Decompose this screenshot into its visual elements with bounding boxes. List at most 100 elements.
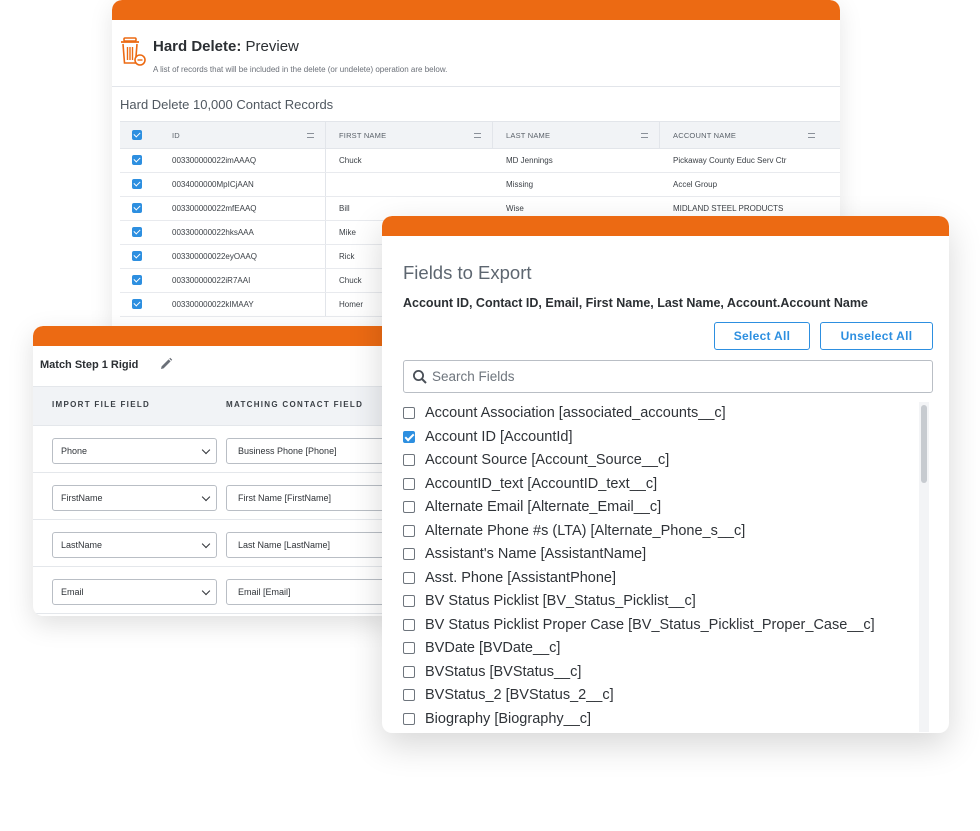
matching-field-select[interactable]: Email [Email] — [226, 579, 393, 605]
header-bar — [382, 216, 949, 236]
pencil-icon[interactable] — [159, 357, 173, 371]
scrollbar-thumb[interactable] — [921, 405, 927, 483]
row-checkbox[interactable] — [132, 299, 142, 309]
field-checkbox[interactable] — [403, 548, 415, 560]
field-checkbox[interactable] — [403, 689, 415, 701]
field-list-item[interactable]: Biography [Biography__c] — [403, 708, 591, 730]
field-checkbox[interactable] — [403, 665, 415, 678]
field-list-item[interactable]: Asst. Phone [AssistantPhone] — [403, 567, 616, 589]
fields-to-export-card: Fields to Export Account ID, Contact ID,… — [382, 216, 949, 733]
field-list-item[interactable]: BV Status Picklist Proper Case [BV_Statu… — [403, 614, 875, 636]
column-menu-icon[interactable] — [808, 133, 815, 138]
header-bar — [33, 326, 393, 346]
field-checkbox[interactable] — [403, 642, 415, 654]
select-all-button[interactable]: Select All — [714, 322, 810, 350]
cell-first-name: Chuck — [339, 156, 362, 165]
field-checkbox[interactable] — [403, 712, 415, 725]
matching-field-select[interactable]: Business Phone [Phone] — [226, 438, 393, 464]
field-list-item[interactable]: BV Status Picklist [BV_Status_Picklist__… — [403, 590, 696, 612]
column-separator — [325, 173, 326, 196]
match-row: Email Email [Email] — [33, 567, 393, 614]
field-label: AccountID_text [AccountID_text__c] — [425, 475, 658, 492]
column-header-account-name[interactable]: ACCOUNT NAME — [673, 122, 736, 148]
title-rest: Preview — [241, 38, 299, 55]
column-separator — [325, 122, 326, 148]
table-header: ID FIRST NAME LAST NAME ACCOUNT NAME — [120, 121, 840, 149]
cell-id: 003300000022imAAAQ — [172, 156, 257, 165]
match-row: Phone Business Phone [Phone] — [33, 426, 393, 473]
field-label: Biography [Biography__c] — [425, 710, 592, 727]
field-checkbox[interactable] — [403, 571, 415, 584]
field-checkbox[interactable] — [403, 618, 415, 631]
field-label: BVStatus_2 [BVStatus_2__c] — [425, 687, 614, 703]
row-checkbox[interactable] — [132, 203, 142, 213]
matching-field-select[interactable]: Last Name [LastName] — [226, 532, 393, 558]
matching-field-value: Business Phone [Phone] — [238, 446, 337, 456]
import-field-value: Email — [61, 587, 84, 597]
field-checkbox[interactable] — [403, 477, 415, 490]
field-list-item[interactable]: Account ID [AccountId] — [403, 426, 573, 448]
field-checkbox[interactable] — [403, 454, 415, 466]
selected-fields-summary: Account ID, Contact ID, Email, First Nam… — [403, 296, 868, 310]
field-list-item[interactable]: Alternate Phone #s (LTA) [Alternate_Phon… — [403, 520, 745, 542]
field-list-item[interactable]: BVStatus [BVStatus__c] — [403, 661, 581, 683]
matching-field-value: First Name [FirstName] — [238, 493, 332, 503]
page-subtitle: A list of records that will be included … — [153, 65, 448, 74]
import-field-value: LastName — [61, 540, 103, 550]
field-list-item[interactable]: BVStatus_2 [BVStatus_2__c] — [403, 684, 614, 706]
table-row[interactable]: 003300000022imAAAQ Chuck MD Jennings Pickaw… — [120, 149, 840, 173]
column-separator — [325, 269, 326, 292]
match-table-header: IMPORT FILE FIELD MATCHING CONTACT FIELD — [33, 386, 393, 426]
cell-first-name: Rick — [339, 252, 355, 261]
field-label: BV Status Picklist [BV_Status_Picklist__… — [425, 593, 696, 609]
cell-first-name: Bill — [339, 204, 350, 213]
row-checkbox[interactable] — [132, 251, 142, 261]
header-bar — [112, 0, 840, 20]
field-label: Alternate Email [Alternate_Email__c] — [425, 499, 662, 515]
row-checkbox[interactable] — [132, 179, 142, 189]
column-header-first-name[interactable]: FIRST NAME — [339, 122, 386, 148]
chevron-down-icon — [201, 445, 211, 455]
field-list: Account Association [associated_accounts… — [403, 402, 908, 732]
column-menu-icon[interactable] — [474, 133, 481, 138]
import-field-select[interactable]: FirstName — [52, 485, 217, 511]
column-menu-icon[interactable] — [307, 133, 314, 138]
field-checkbox[interactable] — [403, 407, 415, 419]
column-separator — [325, 245, 326, 268]
column-header-id[interactable]: ID — [172, 122, 180, 148]
cell-id: 003300000022hksAAA — [172, 228, 254, 237]
row-checkbox[interactable] — [132, 275, 142, 285]
cell-id: 0034000000MpICjAAN — [172, 180, 254, 189]
column-menu-icon[interactable] — [641, 133, 648, 138]
import-field-select[interactable]: Email — [52, 579, 217, 605]
column-separator — [325, 149, 326, 172]
field-list-item[interactable]: Account Association [associated_accounts… — [403, 402, 726, 424]
row-checkbox[interactable] — [132, 155, 142, 165]
field-checkbox[interactable] — [403, 501, 415, 513]
field-list-item[interactable]: BVDate [BVDate__c] — [403, 637, 560, 659]
column-header-last-name[interactable]: LAST NAME — [506, 122, 550, 148]
matching-field-select[interactable]: First Name [FirstName] — [226, 485, 393, 511]
import-field-select[interactable]: Phone — [52, 438, 217, 464]
field-list-item[interactable]: Account Source [Account_Source__c] — [403, 449, 669, 471]
table-row[interactable]: 0034000000MpICjAAN Missing Accel Group — [120, 173, 840, 197]
chevron-down-icon — [201, 586, 211, 596]
field-list-item[interactable]: Assistant's Name [AssistantName] — [403, 543, 646, 565]
field-list-item[interactable]: AccountID_text [AccountID_text__c] — [403, 473, 657, 495]
import-field-value: FirstName — [61, 493, 103, 503]
search-icon — [413, 370, 427, 384]
row-checkbox[interactable] — [132, 227, 142, 237]
import-field-select[interactable]: LastName — [52, 532, 217, 558]
field-checkbox[interactable] — [403, 595, 415, 607]
field-checkbox[interactable] — [403, 430, 415, 443]
search-fields-input[interactable] — [432, 362, 927, 391]
select-all-checkbox[interactable] — [132, 130, 142, 140]
unselect-all-button[interactable]: Unselect All — [820, 322, 933, 350]
cell-first-name: Homer — [339, 300, 364, 309]
field-list-item[interactable]: Alternate Email [Alternate_Email__c] — [403, 496, 661, 518]
match-step-card: Match Step 1 Rigid IMPORT FILE FIELD MAT… — [33, 326, 393, 616]
field-label: BVDate [BVDate__c] — [425, 640, 561, 656]
match-row: LastName Last Name [LastName] — [33, 520, 393, 567]
field-checkbox[interactable] — [403, 524, 415, 537]
column-separator — [325, 293, 326, 316]
